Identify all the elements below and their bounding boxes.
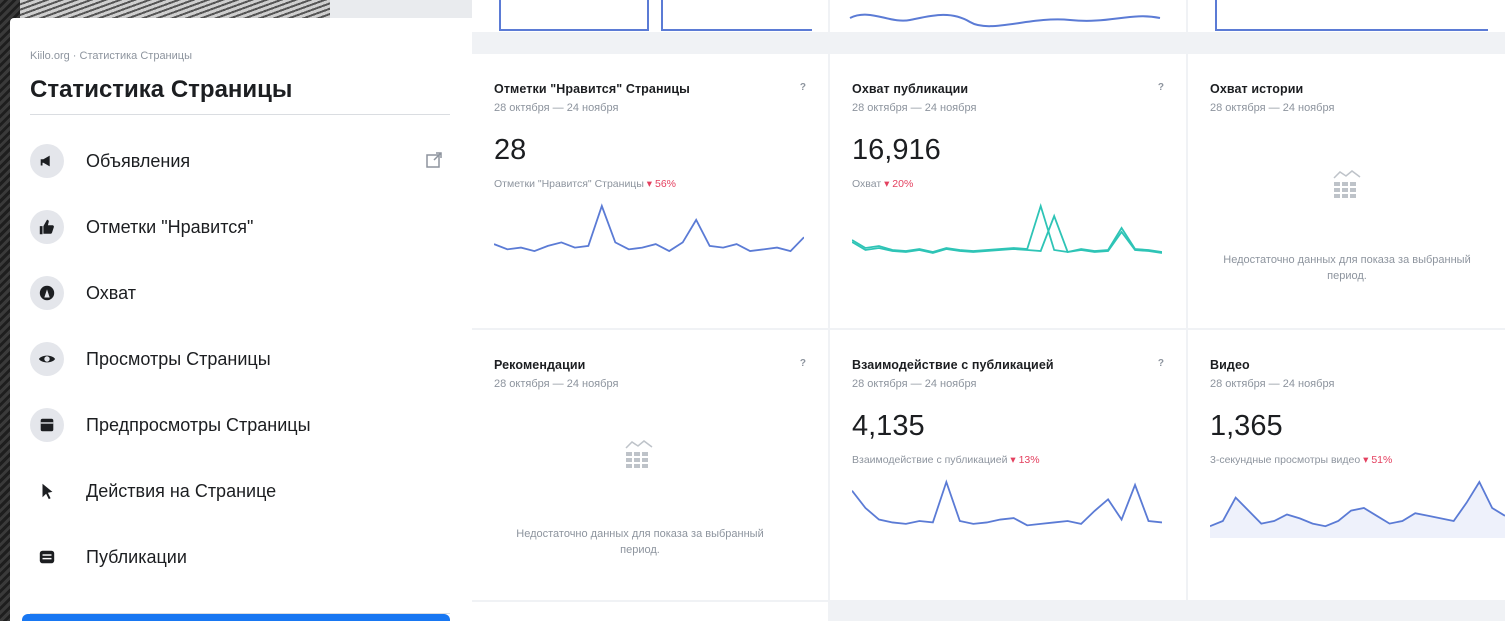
metric-label: Охват [852,178,882,190]
empty-state-message: Недостаточно данных для показа за выбран… [516,528,764,556]
sparkline-series [494,206,804,251]
metric-change: ▾ 20% [884,178,914,190]
sidebar-item-label: Просмотры Страницы [86,348,271,369]
card-title: Охват истории [1210,82,1304,96]
sparkline [1215,0,1488,31]
card-page-likes[interactable]: Отметки "Нравится" Страницы ? 28 октября… [472,54,828,328]
card-title: Рекомендации [494,358,586,372]
empty-chart-icon [1333,170,1361,198]
sparkline [852,202,1162,262]
metric-label: Отметки "Нравится" Страницы [494,178,644,190]
card-date-range: 28 октября — 24 ноября [852,102,977,114]
sparkline-series [852,216,1162,253]
sidebar-item-label: Объявления [86,150,191,171]
card-recommendations[interactable]: Рекомендации ? 28 октября — 24 ноября Не… [472,330,828,600]
info-icon[interactable]: ? [1158,82,1164,93]
next-card [472,602,828,621]
card-date-range: 28 октября — 24 ноября [1210,102,1335,114]
sparkline [1210,478,1505,538]
card-date-range: 28 октября — 24 ноября [494,102,619,114]
sparkline-series [852,206,1162,252]
sparkline [849,13,1161,28]
divider [30,114,450,115]
metric-change: ▾ 51% [1363,454,1393,466]
metric-change: ▾ 56% [646,178,676,190]
card-date-range: 28 октября — 24 ноября [852,378,977,390]
sidebar-item-label: Отметки "Нравится" [86,216,254,237]
sidebar-item-reach[interactable]: Охват [30,266,462,320]
metric-subtitle: Охват ▾ 20% [852,178,913,190]
sidebar-item-label: Действия на Странице [86,480,277,501]
sidebar-item-posts[interactable]: Публикации [30,530,462,584]
previous-card [830,0,1186,32]
card-post-engagement[interactable]: Взаимодействие с публикацией ? 28 октябр… [830,330,1186,600]
breadcrumb[interactable]: Kiilo.org · Статистика Страницы [30,50,192,62]
sidebar-item-label: Охват [86,282,137,303]
card-date-range: 28 октября — 24 ноября [494,378,619,390]
metric-subtitle: 3-секундные просмотры видео ▾ 51% [1210,454,1392,466]
empty-state-message: Недостаточно данных для показа за выбран… [1223,254,1471,282]
sparkline [499,0,812,31]
metric-value: 4,135 [852,410,925,442]
card-title: Взаимодействие с публикацией [852,358,1054,372]
metric-value: 16,916 [852,134,941,166]
info-icon[interactable]: ? [800,82,806,93]
sidebar-item-likes[interactable]: Отметки "Нравится" [30,200,462,254]
previous-card [472,0,828,32]
sidebar-item-page-previews[interactable]: Предпросмотры Страницы [30,398,462,452]
eye-icon [30,342,64,376]
metric-label: 3-секундные просмотры видео [1210,454,1361,466]
metric-change: ▾ 13% [1010,454,1040,466]
card-title: Отметки "Нравится" Страницы [494,82,690,96]
card-story-reach[interactable]: Охват истории 28 октября — 24 ноября Нед… [1188,54,1505,328]
sidebar-item-label: Публикации [86,546,187,567]
megaphone-icon [30,144,64,178]
insights-grid: Отметки "Нравится" Страницы ? 28 октября… [472,0,1505,621]
card-date-range: 28 октября — 24 ноября [1210,378,1335,390]
card-video[interactable]: Видео 28 октября — 24 ноября 1,365 3-сек… [1188,330,1505,600]
sparkline [852,478,1162,538]
sidebar-item-page-views[interactable]: Просмотры Страницы [30,332,462,386]
sidebar-item-page-actions[interactable]: Действия на Странице [30,464,462,518]
background-texture [0,0,330,20]
insights-sidebar: Kiilo.org · Статистика Страницы Статисти… [10,18,472,621]
metric-label: Взаимодействие с публикацией [852,454,1008,466]
page-title: Статистика Страницы [30,76,293,103]
sparkline-series [852,482,1162,525]
info-icon[interactable]: ? [1158,358,1164,369]
metric-subtitle: Отметки "Нравится" Страницы ▾ 56% [494,178,676,190]
info-icon[interactable]: ? [800,358,806,369]
metric-value: 1,365 [1210,410,1283,442]
sidebar-item-ads[interactable]: Объявления [30,134,462,188]
preview-icon [30,408,64,442]
empty-chart-icon [625,440,653,468]
metric-value: 28 [494,134,527,166]
card-title: Охват публикации [852,82,969,96]
card-title: Видео [1210,358,1250,372]
reach-icon [30,276,64,310]
cursor-icon [30,474,64,508]
sidebar-item-label: Предпросмотры Страницы [86,414,311,435]
sparkline [494,202,804,262]
thumbs-up-icon [30,210,64,244]
card-post-reach[interactable]: Охват публикации ? 28 октября — 24 ноябр… [830,54,1186,328]
external-link-icon[interactable] [424,150,444,170]
previous-card [1188,0,1505,32]
metric-subtitle: Взаимодействие с публикацией ▾ 13% [852,454,1040,466]
primary-action-button[interactable] [22,614,450,621]
posts-icon [30,540,64,574]
